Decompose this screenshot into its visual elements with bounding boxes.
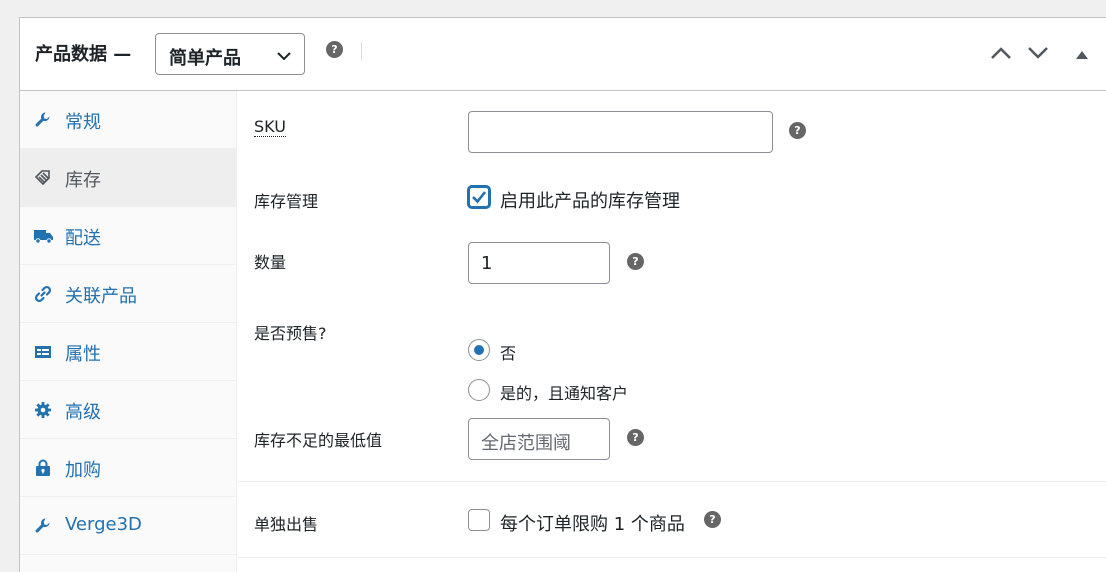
bag-lock-icon [34, 459, 52, 477]
triangle-up-icon[interactable] [1075, 46, 1089, 65]
chevron-up-icon[interactable] [990, 45, 1012, 65]
tab-attributes[interactable]: 属性 [20, 323, 237, 381]
tab-verge3d[interactable]: Verge3D [20, 497, 237, 555]
quantity-label: 数量 [254, 253, 287, 272]
help-icon[interactable]: ? [326, 41, 343, 58]
tab-label: 加购 [65, 460, 101, 481]
help-icon[interactable]: ? [704, 511, 721, 528]
chevron-down-icon[interactable] [1027, 45, 1049, 65]
help-icon[interactable]: ? [789, 122, 806, 139]
sku-input[interactable] [468, 111, 773, 153]
tab-label: 常规 [65, 112, 101, 133]
low-stock-input[interactable]: 全店范围阈 [468, 418, 610, 460]
truck-icon [34, 227, 53, 245]
panel-title: 产品数据 — [35, 44, 132, 65]
product-type-select[interactable]: 简单产品 [155, 33, 305, 75]
stock-management-checkbox-label: 启用此产品的库存管理 [500, 191, 680, 212]
backorders-label: 是否预售? [254, 324, 327, 343]
tab-advanced[interactable]: 高级 [20, 381, 237, 439]
backorders-no-label: 否 [500, 344, 517, 363]
product-data-tabs: 常规 库存 配送 关联产品 属性 高级 加购 Verge3D [20, 91, 237, 572]
checkmark-icon [472, 191, 487, 204]
backorders-notify-radio[interactable] [468, 379, 490, 401]
gear-icon [34, 401, 52, 419]
radio-dot [474, 345, 484, 355]
backorders-notify-label: 是的，且通知客户 [500, 384, 629, 403]
help-icon[interactable]: ? [627, 253, 644, 270]
tab-inventory[interactable]: 库存 [20, 149, 237, 207]
sku-label: SKU [254, 117, 286, 137]
tab-label: 库存 [65, 170, 101, 191]
tab-shipping[interactable]: 配送 [20, 207, 237, 265]
low-stock-placeholder: 全店范围阈 [481, 433, 571, 454]
tab-label: 属性 [65, 344, 101, 365]
sold-individually-label: 单独出售 [254, 515, 319, 534]
stock-management-checkbox[interactable] [468, 186, 490, 208]
quantity-input[interactable]: 1 [468, 242, 610, 284]
product-type-value: 简单产品 [169, 48, 241, 69]
quantity-value: 1 [481, 253, 493, 274]
backorders-no-radio[interactable] [468, 339, 490, 361]
tab-label: 高级 [65, 402, 101, 423]
inventory-panel: SKU ? 库存管理 启用此产品的库存管理 数量 1 ? 是否预售? 否 是的，… [238, 91, 1106, 572]
chevron-down-icon [276, 47, 292, 66]
tag-icon [34, 169, 52, 187]
sold-individually-checkbox-label: 每个订单限购 1 个商品 [500, 514, 685, 535]
wrench-icon [34, 517, 52, 535]
tab-add-to-cart[interactable]: 加购 [20, 439, 237, 497]
stock-management-label: 库存管理 [254, 192, 319, 211]
tab-label: 配送 [65, 228, 101, 249]
list-card-icon [34, 343, 52, 361]
product-data-panel: 产品数据 — 简单产品 ? 常规 库存 配送 关联产品 属性 高级 加购 Ver… [19, 17, 1106, 572]
tab-label: Verge3D [65, 514, 142, 535]
section-divider [238, 557, 1106, 558]
low-stock-label: 库存不足的最低值 [254, 431, 383, 450]
tab-label: 关联产品 [65, 286, 137, 307]
tab-general[interactable]: 常规 [20, 91, 237, 149]
wrench-icon [34, 111, 52, 129]
sold-individually-checkbox[interactable] [468, 509, 490, 531]
tab-linked-products[interactable]: 关联产品 [20, 265, 237, 323]
panel-header: 产品数据 — 简单产品 ? [20, 18, 1106, 91]
section-divider [238, 481, 1106, 482]
help-icon[interactable]: ? [627, 429, 644, 446]
link-icon [34, 285, 52, 303]
header-divider [361, 42, 362, 60]
